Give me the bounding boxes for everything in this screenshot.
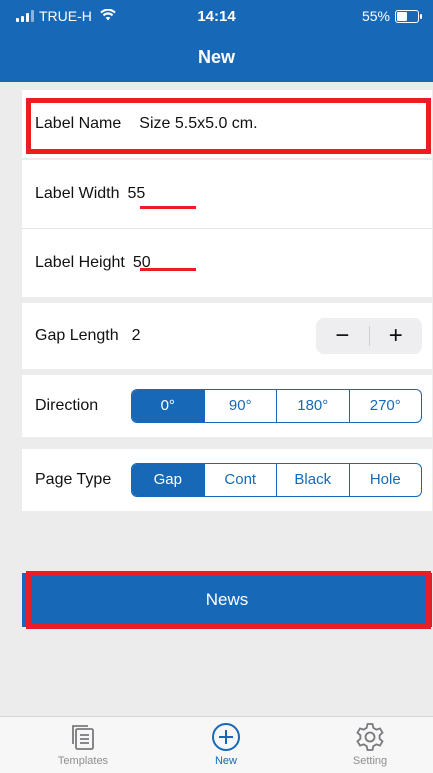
direction-option-0[interactable]: 0° — [132, 390, 204, 422]
decrement-button[interactable]: − — [316, 318, 369, 354]
dimensions-card: Label Width 55 Label Height 50 — [22, 160, 432, 297]
tab-templates-label: Templates — [57, 755, 109, 767]
battery-fill — [397, 11, 407, 21]
gap-length-value: 2 — [131, 327, 141, 344]
direction-label: Direction — [35, 397, 99, 414]
page-type-option-gap[interactable]: Gap — [132, 464, 204, 496]
nav-header: TRUE-H 14:14 55% New — [0, 0, 433, 82]
tab-new[interactable]: New — [166, 719, 286, 767]
highlight-box-news-button — [26, 571, 431, 629]
tab-templates[interactable]: Templates — [23, 719, 143, 767]
templates-icon — [23, 719, 143, 755]
label-width-field[interactable]: 55 — [128, 185, 146, 203]
page-type-option-black[interactable]: Black — [276, 464, 349, 496]
page-type-card: Page Type Gap Cont Black Hole — [22, 449, 432, 511]
battery-icon — [395, 9, 422, 23]
page-title: New — [197, 47, 235, 67]
direction-segmented-control[interactable]: 0° 90° 180° 270° — [131, 389, 422, 423]
label-height-label: Label Height — [35, 254, 125, 271]
page-type-label: Page Type — [35, 471, 112, 488]
direction-option-90[interactable]: 90° — [203, 390, 277, 422]
increment-button[interactable]: + — [370, 318, 423, 354]
gear-icon — [310, 719, 430, 755]
direction-option-180[interactable]: 180° — [276, 390, 349, 422]
label-width-row[interactable]: Label Width 55 — [22, 160, 432, 228]
gap-length-label: Gap Length — [35, 327, 119, 344]
tab-setting-label: Setting — [352, 755, 388, 767]
label-width-label: Label Width — [35, 185, 120, 202]
gap-length-card: Gap Length 2 − + — [22, 303, 432, 369]
battery-percent: 55% — [361, 8, 390, 24]
underline-width — [140, 206, 196, 209]
underline-height — [140, 268, 196, 271]
page-type-segmented-control[interactable]: Gap Cont Black Hole — [131, 463, 422, 497]
tab-new-label: New — [214, 755, 237, 767]
page-type-option-cont[interactable]: Cont — [203, 464, 277, 496]
direction-option-270[interactable]: 270° — [348, 390, 422, 422]
highlight-box-label-name — [26, 98, 431, 154]
status-bar: TRUE-H 14:14 55% — [0, 0, 433, 30]
plus-circle-icon — [166, 719, 286, 755]
gap-length-stepper[interactable]: − + — [316, 318, 422, 354]
tab-setting[interactable]: Setting — [310, 719, 430, 767]
battery-status: 55% — [361, 8, 422, 24]
label-height-row[interactable]: Label Height 50 — [22, 229, 432, 297]
tab-bar: Templates New Setting — [0, 716, 433, 773]
direction-card: Direction 0° 90° 180° 270° — [22, 375, 432, 437]
page-type-option-hole[interactable]: Hole — [348, 464, 422, 496]
